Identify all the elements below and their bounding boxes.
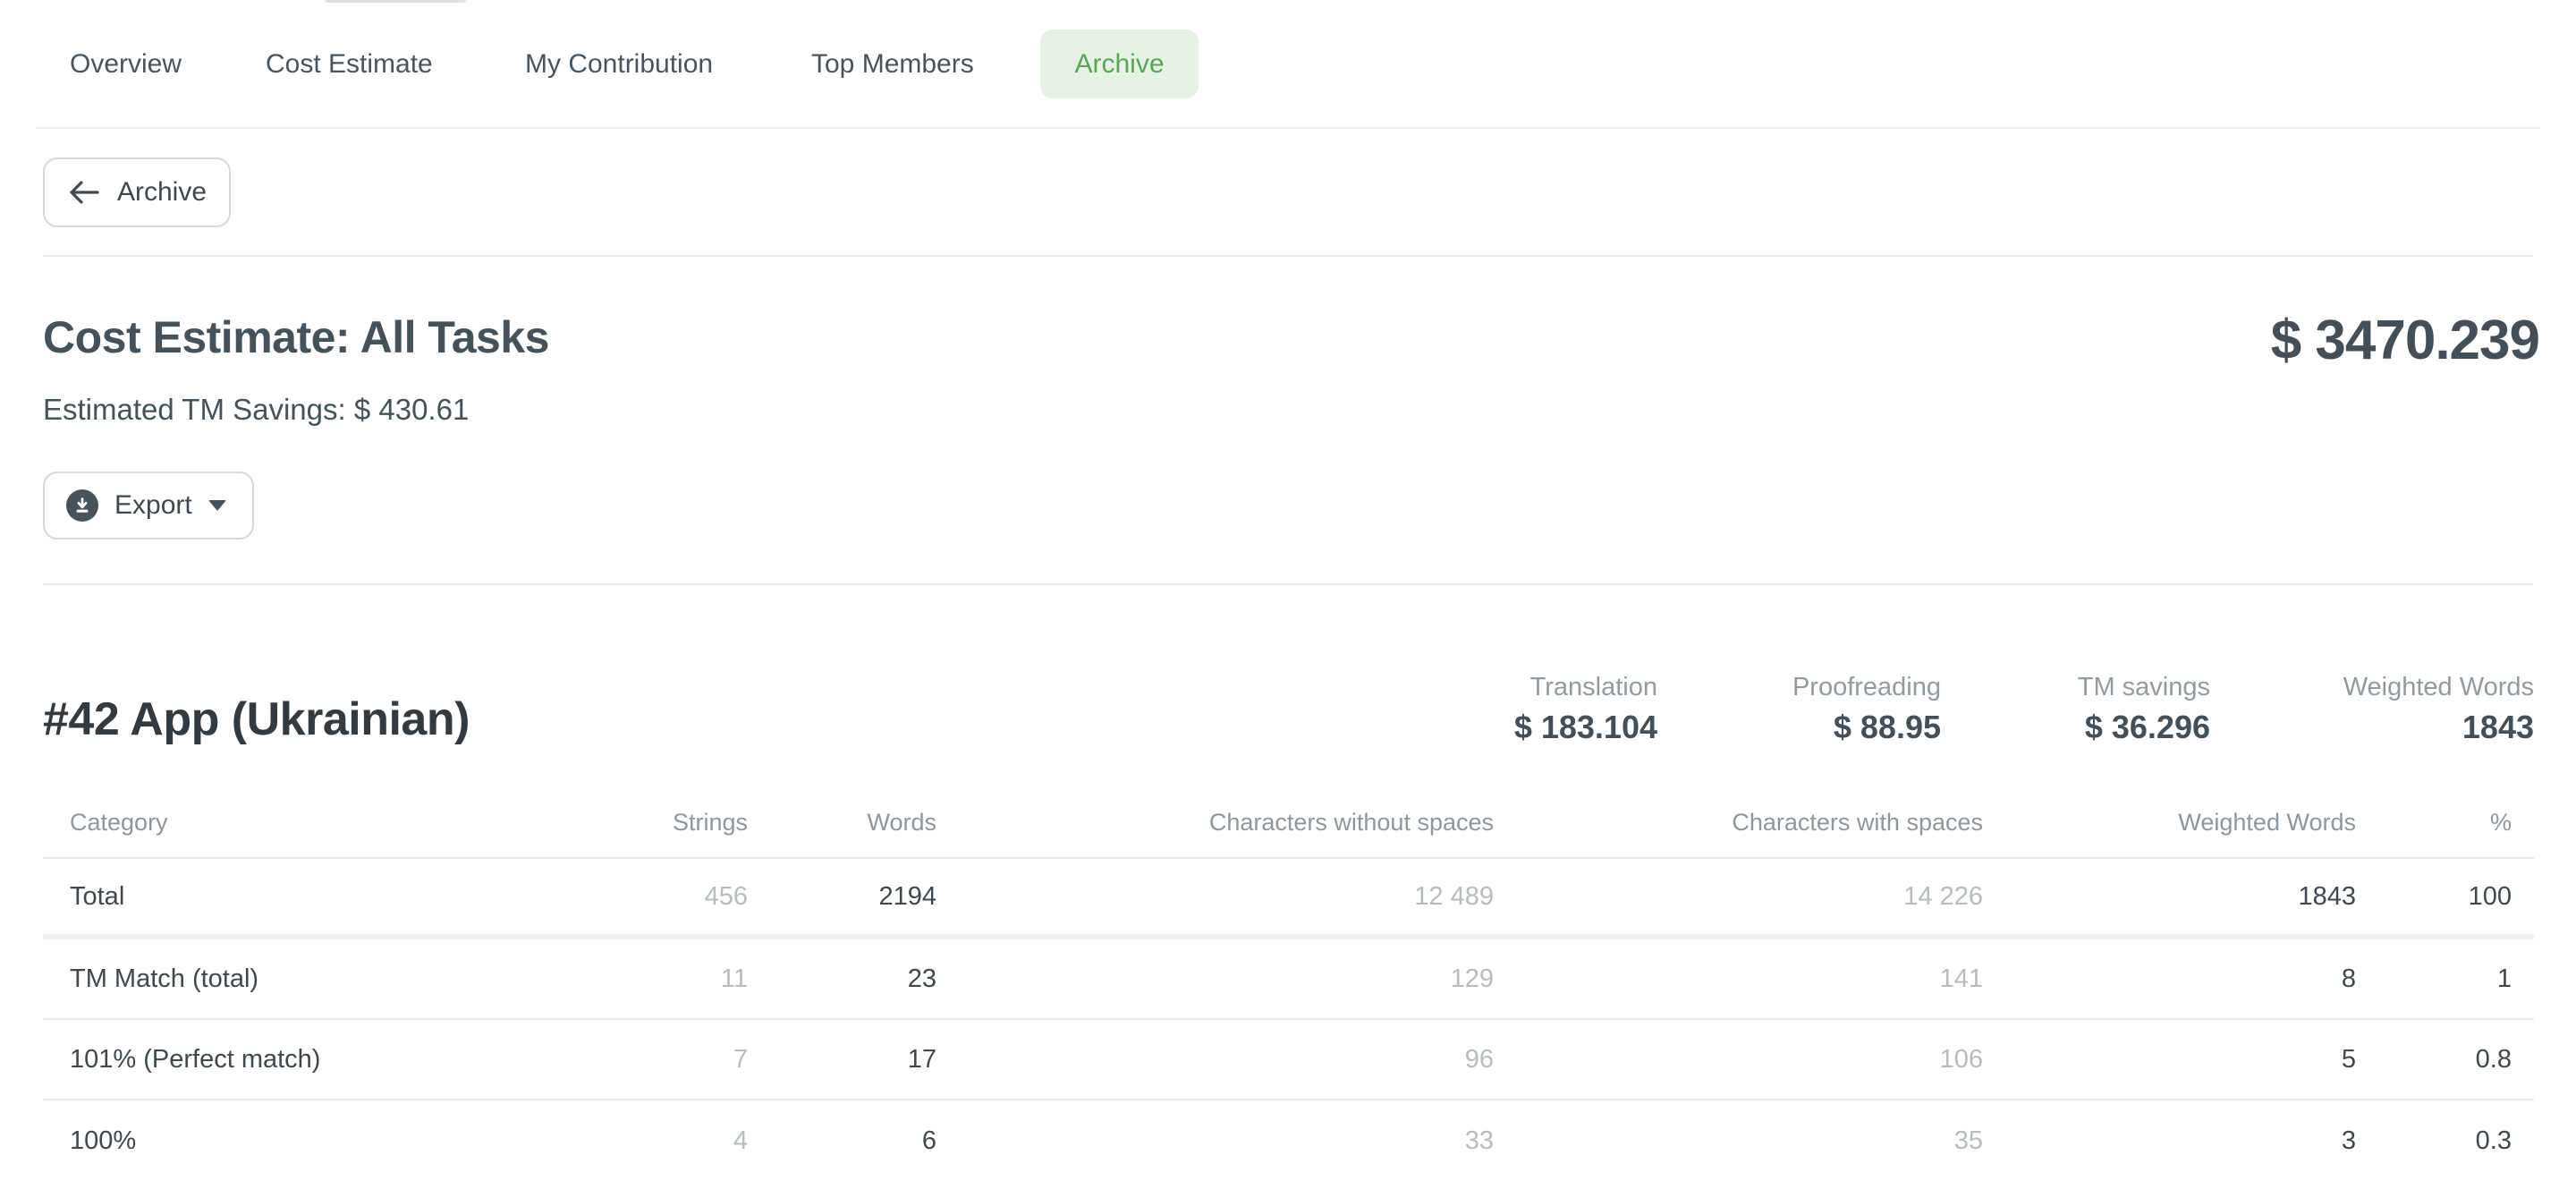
cell-category: 100% — [43, 1126, 490, 1156]
cell-strings: 11 — [490, 964, 748, 994]
estimated-tm-savings: Estimated TM Savings: $ 430.61 — [43, 390, 469, 429]
col-header-percent: % — [2356, 809, 2534, 837]
table-row-100: 100% 4 6 33 35 3 0.3 — [43, 1100, 2534, 1181]
back-to-archive-button[interactable]: Archive — [43, 157, 231, 227]
table-row-total: Total 456 2194 12 489 14 226 1843 100 — [43, 859, 2534, 939]
stat-label: Proofreading — [1792, 669, 1941, 705]
cell-percent: 0.3 — [2356, 1126, 2534, 1156]
tab-overview[interactable]: Overview — [70, 30, 182, 98]
tab-archive-active[interactable]: Archive — [1040, 30, 1199, 98]
cell-words: 23 — [748, 964, 936, 994]
stat-value: 1843 — [2343, 705, 2534, 750]
col-header-words: Words — [748, 809, 936, 837]
col-header-strings: Strings — [490, 809, 748, 837]
task-section-title: #42 App (Ukrainian) — [43, 691, 470, 748]
grand-total-amount: $ 3470.239 — [2271, 311, 2539, 370]
cost-estimate-table: Category Strings Words Characters withou… — [43, 787, 2534, 1181]
cell-chars-with-spaces: 35 — [1494, 1126, 1983, 1156]
cell-category: TM Match (total) — [43, 964, 490, 994]
cell-chars-without-spaces: 129 — [936, 964, 1494, 994]
cell-strings: 456 — [490, 882, 748, 912]
cell-chars-with-spaces: 141 — [1494, 964, 1983, 994]
tab-top-members[interactable]: Top Members — [811, 30, 974, 98]
stat-label: Translation — [1514, 669, 1657, 705]
table-header-row: Category Strings Words Characters withou… — [43, 787, 2534, 859]
cell-percent: 1 — [2356, 964, 2534, 994]
cell-strings: 7 — [490, 1045, 748, 1075]
cell-category: Total — [43, 882, 490, 912]
cell-percent: 100 — [2356, 882, 2534, 912]
stat-value: $ 183.104 — [1514, 705, 1657, 750]
tabs-divider — [36, 127, 2540, 129]
cell-percent: 0.8 — [2356, 1045, 2534, 1075]
stat-proofreading: Proofreading $ 88.95 — [1792, 669, 1941, 750]
export-button-label: Export — [114, 490, 192, 521]
table-row-101-perfect-match: 101% (Perfect match) 7 17 96 106 5 0.8 — [43, 1020, 2534, 1100]
col-header-chars-with-spaces: Characters with spaces — [1494, 809, 1983, 837]
cell-weighted-words: 8 — [1983, 964, 2356, 994]
tab-my-contribution[interactable]: My Contribution — [525, 30, 713, 98]
divider — [43, 255, 2533, 257]
cell-words: 6 — [748, 1126, 936, 1156]
col-header-chars-without-spaces: Characters without spaces — [936, 809, 1494, 837]
back-button-label: Archive — [117, 177, 207, 208]
cell-weighted-words: 3 — [1983, 1126, 2356, 1156]
cell-category: 101% (Perfect match) — [43, 1045, 490, 1075]
cell-chars-without-spaces: 12 489 — [936, 882, 1494, 912]
stat-value: $ 36.296 — [2078, 705, 2210, 750]
cell-chars-with-spaces: 14 226 — [1494, 882, 1983, 912]
download-icon — [66, 489, 98, 522]
tab-bar: Overview Cost Estimate My Contribution T… — [0, 30, 2576, 98]
cell-weighted-words: 5 — [1983, 1045, 2356, 1075]
col-header-category: Category — [43, 809, 490, 837]
cell-chars-with-spaces: 106 — [1494, 1045, 1983, 1075]
export-dropdown-button[interactable]: Export — [43, 472, 254, 540]
divider — [43, 583, 2533, 585]
cell-words: 2194 — [748, 882, 936, 912]
stat-tm-savings: TM savings $ 36.296 — [2078, 669, 2210, 750]
stat-translation: Translation $ 183.104 — [1514, 669, 1657, 750]
col-header-weighted-words: Weighted Words — [1983, 809, 2356, 837]
cell-weighted-words: 1843 — [1983, 882, 2356, 912]
table-row-tm-match: TM Match (total) 11 23 129 141 8 1 — [43, 939, 2534, 1020]
stat-label: Weighted Words — [2343, 669, 2534, 705]
cell-chars-without-spaces: 33 — [936, 1126, 1494, 1156]
stat-label: TM savings — [2078, 669, 2210, 705]
chevron-down-icon — [208, 500, 226, 511]
stat-weighted-words: Weighted Words 1843 — [2343, 669, 2534, 750]
cell-chars-without-spaces: 96 — [936, 1045, 1494, 1075]
stat-value: $ 88.95 — [1792, 705, 1941, 750]
cell-strings: 4 — [490, 1126, 748, 1156]
cell-words: 17 — [748, 1045, 936, 1075]
arrow-left-icon — [67, 179, 101, 206]
tab-cost-estimate[interactable]: Cost Estimate — [266, 30, 433, 98]
cutoff-element-bottom-edge — [325, 0, 466, 3]
page-title: Cost Estimate: All Tasks — [43, 313, 549, 361]
